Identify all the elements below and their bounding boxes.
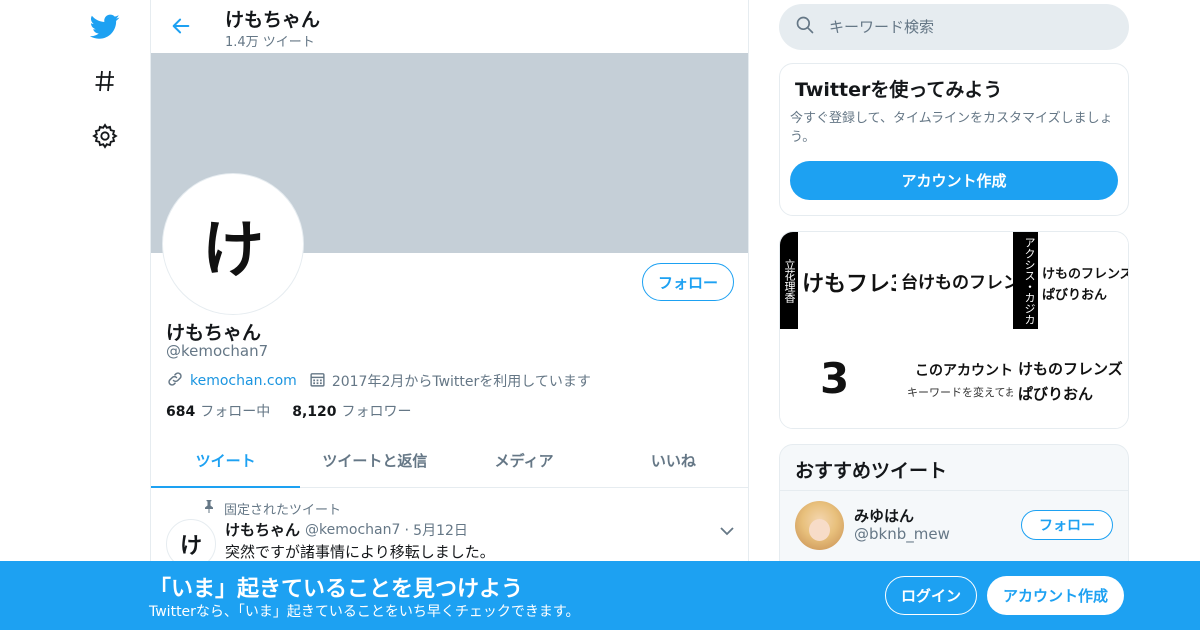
media-tile-text: ぱびりおん — [1042, 288, 1108, 303]
followers-stat[interactable]: 8,120 フォロワー — [292, 401, 411, 421]
profile-header-bar: けもちゃん 1.4万 ツイート — [151, 0, 748, 53]
hashtag-icon[interactable] — [88, 64, 122, 98]
search-box[interactable] — [779, 4, 1129, 50]
follow-button[interactable]: フォロー — [642, 263, 734, 301]
login-button[interactable]: ログイン — [885, 576, 977, 615]
media-tile-side-label: 立花理香 — [780, 232, 798, 329]
search-icon — [795, 15, 815, 39]
signup-card-title: Twitterを使ってみよう — [795, 79, 1003, 101]
create-account-button[interactable]: アカウント作成 — [790, 161, 1118, 200]
search-input[interactable] — [829, 18, 1109, 36]
signup-prompt-bar: 「いま」起きていることを見つけよう Twitterなら、「いま」起きていることを… — [0, 561, 1200, 630]
gear-icon[interactable] — [88, 119, 122, 153]
media-tile[interactable]: 3 — [780, 330, 896, 428]
tab-media[interactable]: メディア — [450, 433, 599, 487]
tab-likes[interactable]: いいね — [599, 433, 748, 487]
media-tile-text: けものフレンズ — [1018, 360, 1123, 378]
divider — [780, 490, 1128, 491]
profile-name: けもちゃん — [166, 322, 262, 344]
separator-dot: · — [404, 520, 410, 539]
pinned-tweet[interactable]: 固定されたツイート け けもちゃん @kemochan7 · 5月12日 突然で… — [151, 489, 748, 569]
profile-stats: 684 フォロー中 8,120 フォロワー — [166, 401, 434, 421]
signup-card-description: 今すぐ登録して、タイムラインをカスタマイズしましょう。 — [790, 111, 1113, 145]
media-tile[interactable]: 立花理香 けもフレ3 — [780, 232, 896, 329]
tweet-date[interactable]: 5月12日 — [413, 520, 468, 540]
media-tile-text: このアカウント — [915, 363, 1013, 379]
following-stat[interactable]: 684 フォロー中 — [166, 401, 270, 421]
recommended-user-avatar[interactable] — [795, 501, 844, 550]
media-tile[interactable]: けものフレンズ ぱびりおん — [1013, 330, 1128, 428]
recommended-follow-button[interactable]: フォロー — [1021, 510, 1113, 540]
tab-tweets[interactable]: ツイート — [151, 433, 301, 488]
recommended-user-name[interactable]: みゆはん — [854, 505, 914, 526]
join-date: 2017年2月からTwitterを利用しています — [331, 374, 591, 390]
recommended-user-handle[interactable]: @bknb_mew — [854, 525, 950, 543]
profile-avatar[interactable]: け — [163, 174, 303, 314]
media-tile[interactable]: このアカウント キーワードを変えてお — [897, 330, 1013, 428]
profile-handle: @kemochan7 — [166, 342, 269, 360]
tweet-author-handle[interactable]: @kemochan7 — [305, 522, 400, 538]
tweet-text: 突然ですが諸事情により移転しました。 — [225, 543, 495, 561]
followers-label: フォロワー — [341, 404, 412, 420]
prompt-subtitle: Twitterなら、「いま」起きていることをいち早くチェックできます。 — [149, 604, 580, 620]
prompt-title: 「いま」起きていることを見つけよう — [149, 577, 524, 602]
signup-card: Twitterを使ってみよう 今すぐ登録して、タイムラインをカスタマイズしましょ… — [779, 63, 1129, 216]
tab-tweets-and-replies[interactable]: ツイートと返信 — [300, 433, 449, 487]
media-tile-text: ぱびりおん — [1018, 385, 1094, 403]
pin-icon — [203, 500, 224, 517]
media-tile-text: キーワードを変えてお — [907, 386, 1013, 399]
calendar-icon — [309, 371, 326, 392]
media-tile[interactable]: 台けものフレン — [897, 232, 1013, 329]
twitter-bird-icon[interactable] — [88, 10, 122, 44]
pinned-label-row: 固定されたツイート — [203, 499, 341, 518]
tweet-count: 1.4万 ツイート — [225, 35, 315, 50]
followers-count: 8,120 — [292, 404, 337, 420]
recommended-title: おすすめツイート — [795, 460, 948, 482]
following-count: 684 — [166, 404, 196, 420]
left-nav — [0, 0, 150, 630]
back-arrow-icon[interactable] — [167, 12, 195, 40]
media-grid: 立花理香 けもフレ3 台けものフレン アクシス・カジカ けものフレンズ ぱびりお… — [779, 231, 1129, 429]
profile-tabs: ツイート ツイートと返信 メディア いいね — [151, 433, 748, 488]
page-title: けもちゃん — [225, 9, 321, 31]
link-icon — [166, 370, 184, 392]
signup-button[interactable]: アカウント作成 — [987, 576, 1124, 615]
media-tile-text: 台けものフレン — [901, 273, 1013, 293]
avatar-glyph: け — [201, 213, 264, 286]
following-label: フォロー中 — [200, 404, 271, 420]
pinned-label: 固定されたツイート — [224, 503, 342, 518]
media-tile-text: けものフレンズ — [1042, 267, 1129, 282]
media-tile[interactable]: アクシス・カジカ けものフレンズ ぱびりおん — [1013, 232, 1129, 329]
tweet-author-name[interactable]: けもちゃん — [225, 519, 300, 540]
tweet-header: けもちゃん @kemochan7 · 5月12日 — [225, 519, 468, 540]
media-tile-side-label: アクシス・カジカ — [1013, 232, 1038, 329]
profile-meta: kemochan.com 2017年2月からTwitterを利用しています — [166, 370, 591, 392]
chevron-down-icon[interactable] — [717, 521, 737, 541]
media-tile-text: 3 — [820, 354, 850, 403]
profile-column: けもちゃん 1.4万 ツイート け フォロー けもちゃん @kemochan7 … — [150, 0, 749, 630]
profile-website-link[interactable]: kemochan.com — [190, 373, 297, 389]
media-tile-text: けもフレ3 — [802, 272, 896, 297]
